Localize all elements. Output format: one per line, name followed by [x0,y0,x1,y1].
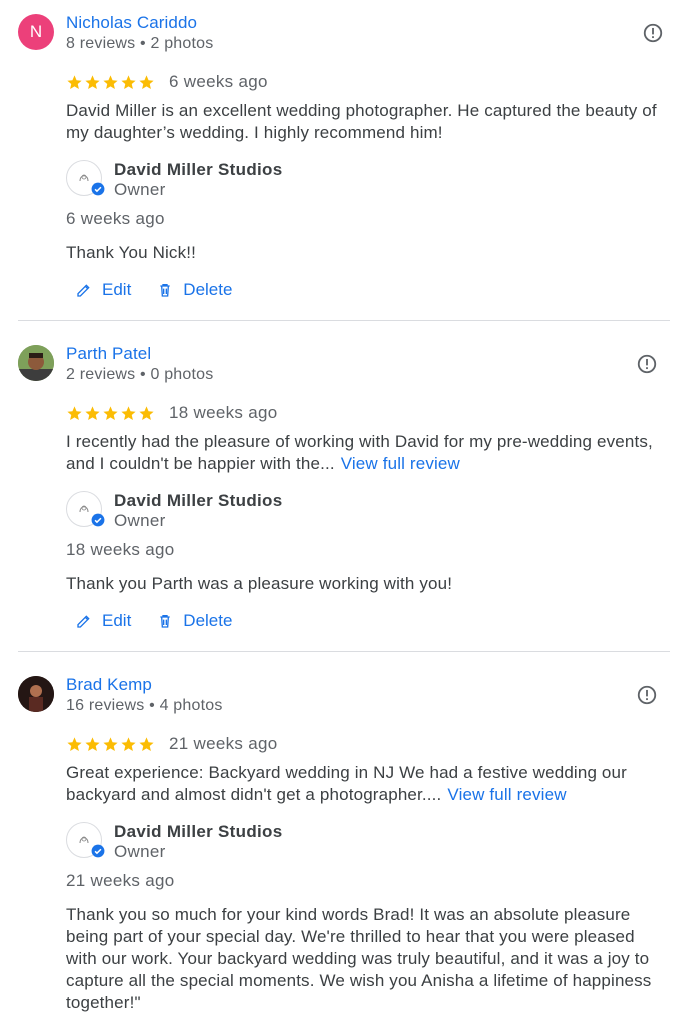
star-icon [103,74,118,89]
star-icon [67,405,82,420]
owner-role: Owner [114,180,166,199]
pencil-icon [77,284,90,297]
trash-icon [160,284,170,297]
delete-reply-button[interactable]: Delete [157,611,232,631]
owner-response-header: David Miller Studios Owner [66,822,670,862]
delete-label: Delete [183,280,233,299]
avatar-photo-icon [18,676,54,712]
avatar[interactable]: N [18,14,54,50]
star-icon [121,736,136,751]
owner-reply-text: Thank you Parth was a pleasure working w… [66,574,453,593]
star-icon [121,74,136,89]
star-icon [85,736,100,751]
owner-name: David Miller Studios [114,491,283,510]
owner-logo [66,160,105,196]
owner-reply-text: Thank you so much for your kind words Br… [66,905,652,1012]
star-icon [85,405,100,420]
review-time: 18 weeks ago [169,403,278,422]
owner-name: David Miller Studios [114,160,283,179]
avatar[interactable] [18,676,54,712]
trash-icon [160,615,170,628]
reviewer-meta: 16 reviews • 4 photos [66,697,223,714]
review-text: Great experience: Backyard wedding in NJ… [66,763,627,804]
review-text: David Miller is an excellent wedding pho… [66,101,657,142]
review-card: N Nicholas Cariddo 8 reviews • 2 photos … [0,0,688,320]
report-icon[interactable] [636,353,658,375]
reviewer-meta: 8 reviews • 2 photos [66,35,214,52]
owner-response-header: David Miller Studios Owner [66,160,670,200]
star-icon [67,74,82,89]
review-time: 6 weeks ago [169,72,268,91]
owner-role: Owner [114,842,166,861]
reviewer-name[interactable]: Parth Patel [66,343,213,365]
view-full-review-link[interactable]: View full review [447,785,566,804]
owner-logo [66,491,105,527]
owner-logo [66,822,105,858]
star-rating [66,405,155,422]
star-icon [85,74,100,89]
delete-reply-button[interactable]: Delete [157,280,232,300]
verified-icon [91,844,105,858]
review-card: Brad Kemp 16 reviews • 4 photos 21 weeks… [18,651,670,1014]
review-text: I recently had the pleasure of working w… [66,432,653,473]
delete-label: Delete [183,611,233,630]
view-full-review-link[interactable]: View full review [341,454,460,473]
verified-icon [91,182,105,196]
star-rating [66,736,155,753]
star-icon [103,736,118,751]
edit-label: Edit [102,280,132,299]
pencil-icon [77,615,90,628]
reply-time: 6 weeks ago [66,209,165,228]
owner-response-header: David Miller Studios Owner [66,491,670,531]
avatar[interactable] [18,345,54,381]
review-card: Parth Patel 2 reviews • 0 photos 18 week… [18,320,670,651]
reply-time: 21 weeks ago [66,871,175,890]
verified-icon [91,513,105,527]
owner-reply-text: Thank You Nick!! [66,243,196,262]
edit-reply-button[interactable]: Edit [76,280,131,300]
reply-time: 18 weeks ago [66,540,175,559]
avatar-photo-icon [18,345,54,381]
star-rating [66,74,155,91]
star-icon [139,405,154,420]
reviewer-meta: 2 reviews • 0 photos [66,366,214,383]
star-icon [121,405,136,420]
owner-name: David Miller Studios [114,822,283,841]
star-icon [139,74,154,89]
reviewer-name[interactable]: Brad Kemp [66,674,223,696]
reviewer-name[interactable]: Nicholas Cariddo [66,12,213,34]
edit-reply-button[interactable]: Edit [76,611,131,631]
report-icon[interactable] [636,684,658,706]
star-icon [67,736,82,751]
star-icon [103,405,118,420]
review-time: 21 weeks ago [169,734,278,753]
star-icon [139,736,154,751]
edit-label: Edit [102,611,132,630]
report-icon[interactable] [642,22,664,44]
owner-role: Owner [114,511,166,530]
